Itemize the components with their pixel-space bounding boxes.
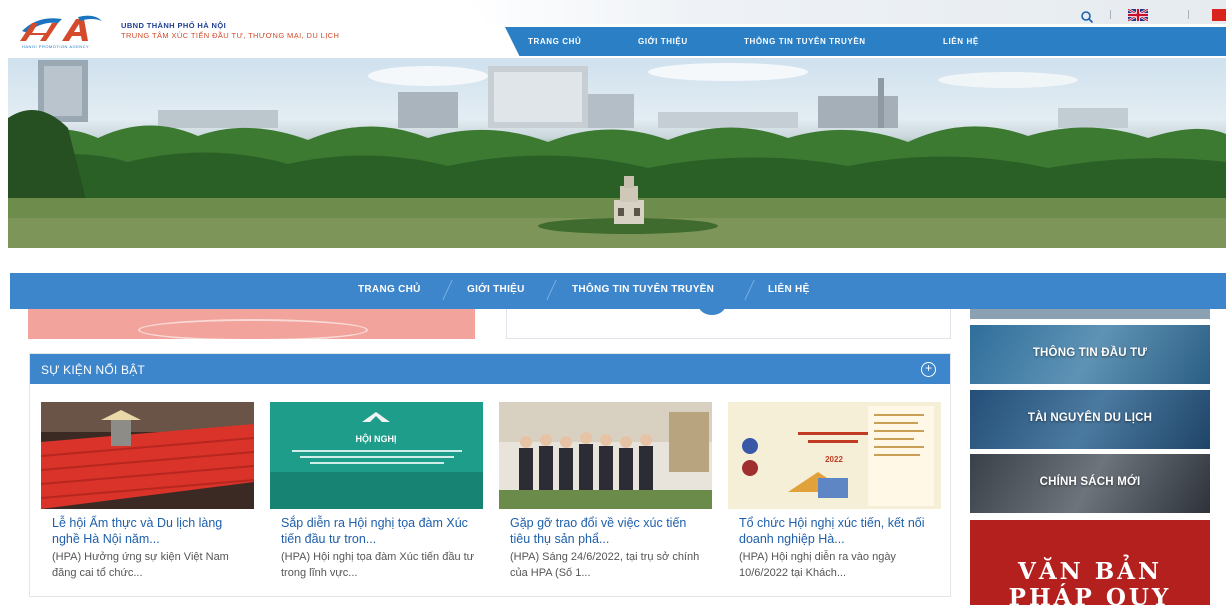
event-title[interactable]: Lễ hội Ẩm thực và Du lịch làng nghề Hà N… (52, 515, 248, 547)
vn-flag-icon[interactable] (1212, 9, 1226, 21)
sidebar-tile-label: TÀI NGUYÊN DU LỊCH (1027, 412, 1153, 424)
org-parent-name: UBND THÀNH PHỐ HÀ NỘI (121, 21, 227, 30)
nav-item-news[interactable]: THÔNG TIN TUYÊN TRUYỀN (744, 37, 866, 46)
event-excerpt: (HPA) Hội nghị diễn ra vào ngày 10/6/202… (739, 551, 896, 579)
uk-flag-icon[interactable] (1128, 9, 1148, 21)
sticky-nav-contact[interactable]: LIÊN HỆ (768, 284, 810, 295)
banner-image-partial[interactable] (28, 309, 475, 341)
event-title[interactable]: Sắp diễn ra Hội nghị tọa đàm Xúc tiến đầ… (281, 515, 477, 547)
hero-banner (8, 58, 1226, 248)
panel-title: SỰ KIỆN NỔI BẬT (41, 363, 145, 377)
content-box-partial (506, 301, 951, 339)
event-title[interactable]: Gặp gỡ trao đổi về việc xúc tiến tiêu th… (510, 515, 706, 547)
hero-lake-image (8, 60, 1226, 248)
separator (1110, 10, 1111, 19)
org-name: TRUNG TÂM XÚC TIẾN ĐẦU TƯ, THƯƠNG MẠI, D… (121, 31, 340, 40)
sidebar-tile-partial[interactable] (970, 309, 1210, 319)
event-thumbnail[interactable] (499, 402, 712, 509)
event-excerpt: (HPA) Hưởng ứng sự kiện Việt Nam đăng ca… (52, 551, 229, 579)
legal-docs-line1: VĂN BẢN (1017, 558, 1163, 585)
event-excerpt: (HPA) Sáng 24/6/2022, tại trụ sở chính c… (510, 551, 700, 579)
utility-bar (466, 0, 1226, 24)
poster-title: HỘI NGHỊ (355, 433, 396, 444)
sidebar-legal-documents[interactable]: VĂN BẢN PHÁP QUY (970, 520, 1210, 605)
sidebar-investment-info[interactable]: THÔNG TIN ĐẦU TƯ (970, 325, 1210, 384)
nav-item-home[interactable]: TRANG CHỦ (528, 37, 581, 46)
event-card[interactable]: Gặp gỡ trao đổi về việc xúc tiến tiêu th… (499, 402, 712, 585)
event-card[interactable]: 2022 Tổ chức Hội nghị xúc tiến, kết nối … (728, 402, 941, 585)
search-icon[interactable] (1080, 10, 1094, 24)
sidebar-tile-label: CHÍNH SÁCH MỚI (1039, 476, 1141, 488)
plus-circle-icon[interactable]: + (921, 362, 936, 377)
nav-item-contact[interactable]: LIÊN HỆ (943, 37, 979, 46)
sidebar-tourism-resources[interactable]: TÀI NGUYÊN DU LỊCH (970, 390, 1210, 449)
event-thumbnail[interactable]: 2022 (728, 402, 941, 509)
sticky-nav-news[interactable]: THÔNG TIN TUYÊN TRUYỀN (572, 284, 714, 295)
site-header: HANOI PROMOTION AGENCY UBND THÀNH PHỐ HÀ… (0, 0, 1226, 56)
sticky-nav-home[interactable]: TRANG CHỦ (358, 284, 421, 295)
separator (1188, 10, 1189, 19)
event-excerpt: (HPA) Hội nghị tọa đàm Xúc tiến đầu tư t… (281, 551, 475, 579)
event-card[interactable]: Lễ hội Ẩm thực và Du lịch làng nghề Hà N… (41, 402, 254, 585)
panel-header: SỰ KIỆN NỔI BẬT + (30, 354, 950, 384)
sidebar-tile-label: THÔNG TIN ĐẦU TƯ (1032, 347, 1148, 359)
logo-caption: HANOI PROMOTION AGENCY (22, 44, 90, 49)
decorative-ring (138, 319, 368, 341)
event-thumbnail[interactable] (41, 402, 254, 509)
hpa-logo[interactable] (18, 11, 104, 47)
event-card[interactable]: HỘI NGHỊ Sắp diễn ra Hội nghị tọa đàm Xú… (270, 402, 483, 585)
event-thumbnail[interactable]: HỘI NGHỊ (270, 402, 483, 509)
scroll-indicator[interactable] (697, 301, 727, 315)
sticky-nav-about[interactable]: GIỚI THIỆU (467, 284, 525, 295)
sidebar-new-policies[interactable]: CHÍNH SÁCH MỚI (970, 454, 1210, 513)
nav-item-about[interactable]: GIỚI THIỆU (638, 37, 688, 46)
event-title[interactable]: Tổ chức Hội nghị xúc tiến, kết nối doanh… (739, 515, 935, 547)
poster-year: 2022 (825, 455, 843, 464)
legal-docs-line2: PHÁP QUY (1008, 584, 1172, 605)
